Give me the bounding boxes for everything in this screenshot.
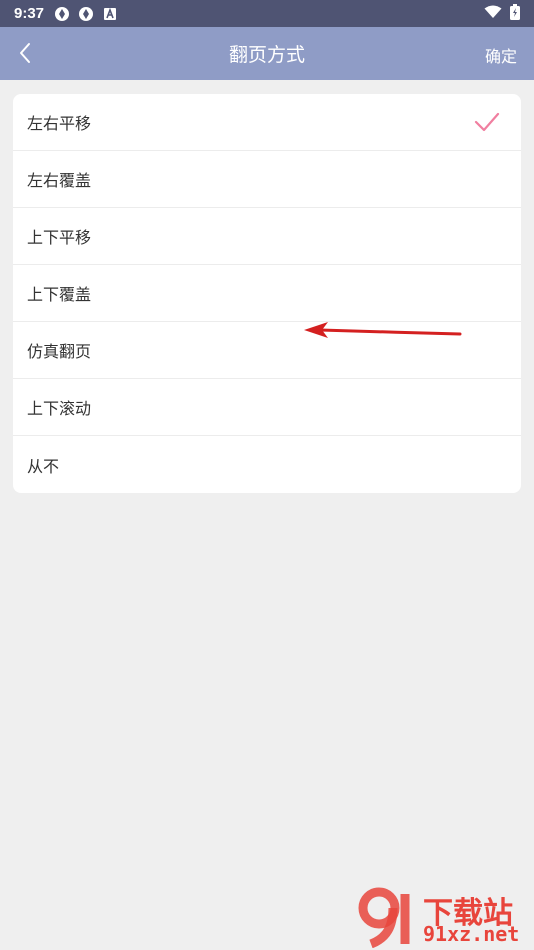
status-right [484, 3, 520, 24]
annotation-arrow-icon [304, 322, 462, 338]
option-label: 左右覆盖 [27, 171, 92, 190]
option-label: 左右平移 [27, 114, 92, 133]
status-bar: 9:37 [0, 0, 534, 27]
option-row[interactable]: 左右平移 [13, 94, 521, 151]
option-label: 上下平移 [27, 228, 92, 247]
option-row[interactable]: 左右覆盖 [13, 151, 521, 208]
confirm-button[interactable]: 确定 [485, 43, 517, 67]
option-row[interactable]: 从不 [13, 436, 521, 493]
app-bar: 翻页方式 确定 [0, 27, 534, 80]
app-notification-icon [78, 6, 94, 22]
status-time: 9:37 [14, 5, 45, 22]
check-icon [474, 112, 500, 132]
back-button[interactable] [10, 38, 40, 68]
chevron-left-icon [20, 43, 30, 63]
page-turn-options-list: 左右平移 左右覆盖 上下平移 上下覆盖 仿真翻页 上下滚动 从不 [13, 94, 521, 493]
option-label: 仿真翻页 [27, 342, 92, 361]
option-row[interactable]: 上下滚动 [13, 379, 521, 436]
option-label: 从不 [27, 456, 60, 476]
app-notification-icon [54, 6, 70, 22]
watermark-domain-text: 91xz.net [423, 922, 520, 946]
battery-icon [510, 3, 520, 24]
font-notification-icon [102, 6, 118, 22]
watermark-logo-icon [358, 887, 410, 948]
option-row[interactable]: 上下覆盖 [13, 265, 521, 322]
option-row[interactable]: 上下平移 [13, 208, 521, 265]
option-label: 上下覆盖 [27, 285, 92, 304]
wifi-icon [484, 5, 502, 23]
page-title: 翻页方式 [228, 44, 305, 66]
site-watermark: 下载站 91xz.net [357, 884, 532, 950]
option-label: 上下滚动 [27, 399, 92, 418]
